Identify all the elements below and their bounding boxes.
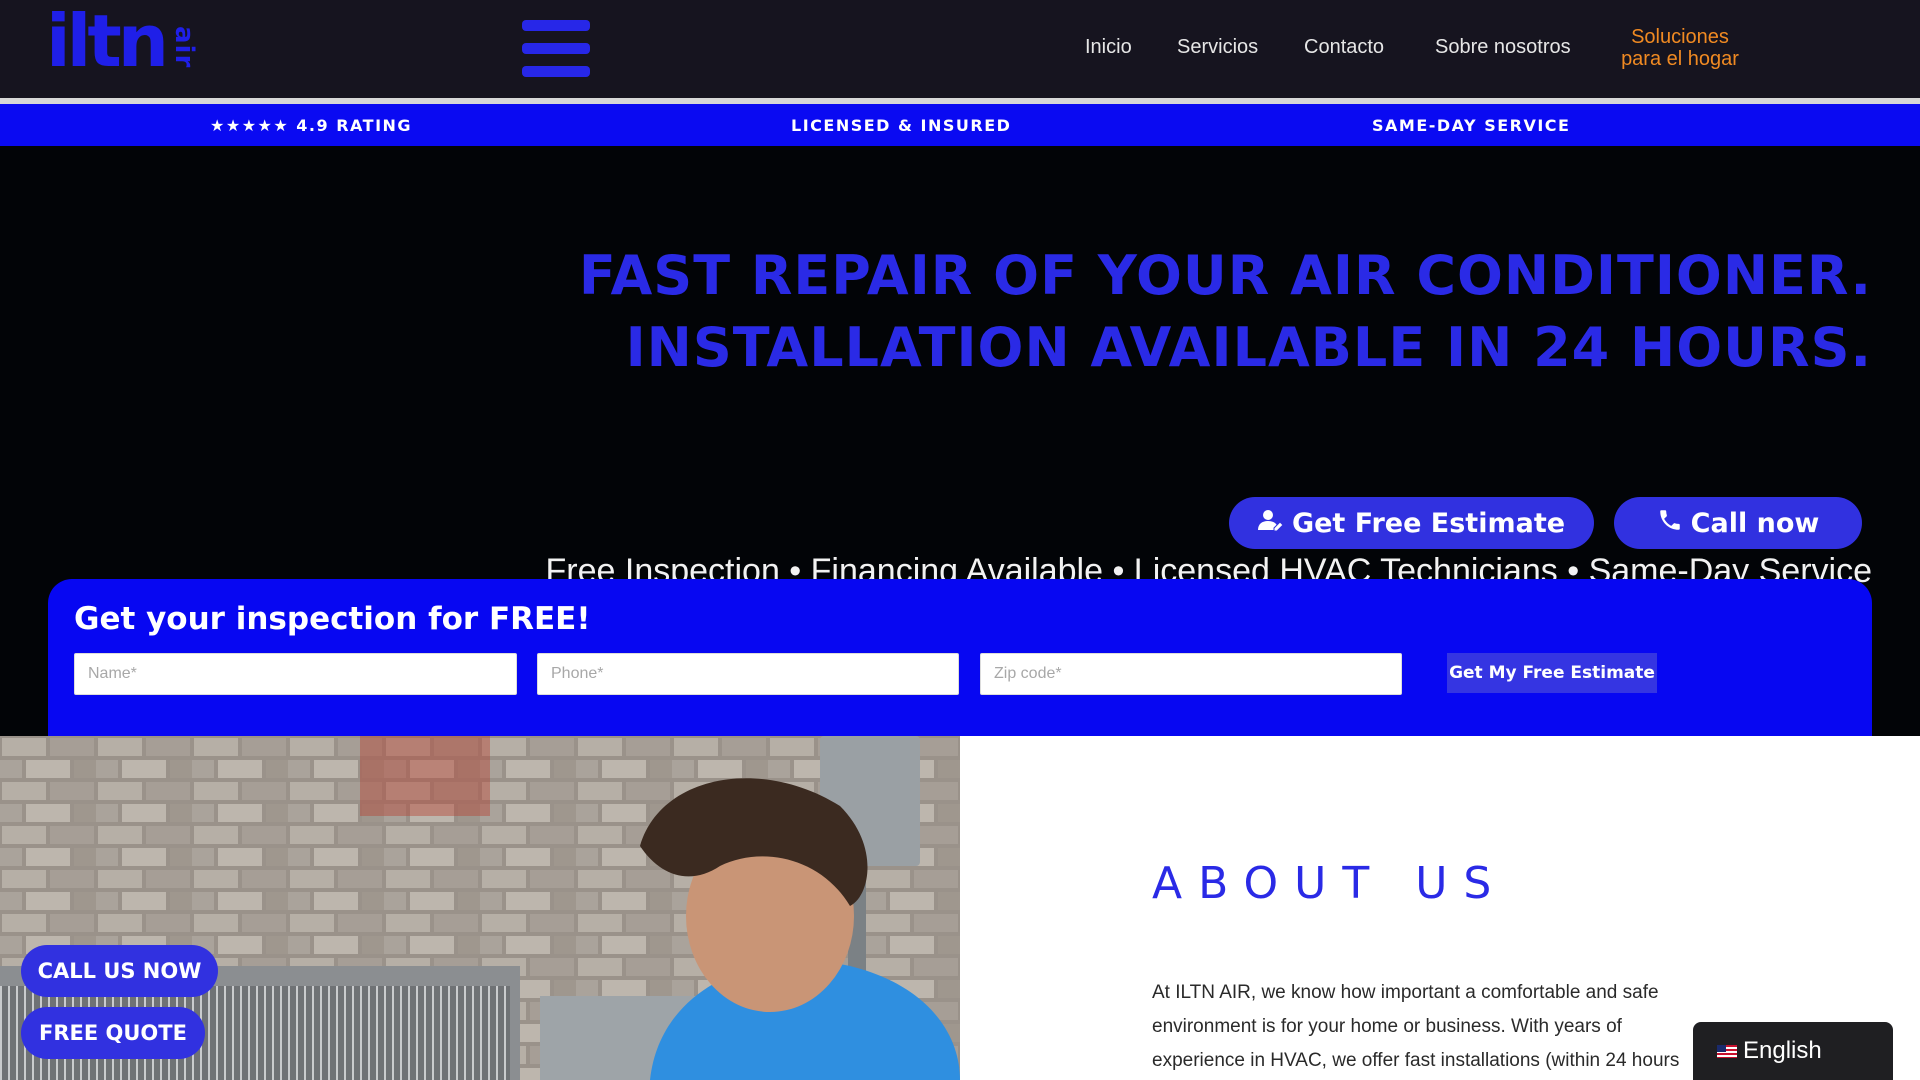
trust-rating: ★★★★★ 4.9 RATING xyxy=(210,116,412,135)
trust-licensed: LICENSED & INSURED xyxy=(791,116,1012,135)
nav-link-inicio[interactable]: Inicio xyxy=(1085,36,1132,59)
get-free-estimate-button[interactable]: Get Free Estimate xyxy=(1229,497,1594,549)
call-us-now-button[interactable]: CALL US NOW xyxy=(21,945,218,997)
nav-highlight-line1: Soluciones xyxy=(1631,26,1729,48)
about-line: experience in HVAC, we offer fast instal… xyxy=(1152,1050,1680,1071)
hero-headline-line2: INSTALLATION AVAILABLE IN 24 HOURS. xyxy=(625,316,1872,379)
free-quote-button[interactable]: FREE QUOTE xyxy=(21,1007,205,1059)
about-title: ABOUT US xyxy=(1152,858,1508,909)
language-label: English xyxy=(1743,1037,1822,1064)
zip-code-field[interactable] xyxy=(980,653,1402,695)
menu-icon[interactable] xyxy=(522,20,590,78)
about-line: environment is for your home or business… xyxy=(1152,1016,1622,1037)
trust-rating-label: 4.9 RATING xyxy=(296,116,413,135)
hero-headline-line1: FAST REPAIR OF YOUR AIR CONDITIONER. xyxy=(578,244,1872,307)
call-now-button[interactable]: Call now xyxy=(1614,497,1862,549)
phone-icon xyxy=(1657,507,1683,540)
site-header: iltn air Inicio Servicios Contacto Sobre… xyxy=(0,0,1920,98)
get-my-free-estimate-button[interactable]: Get My Free Estimate xyxy=(1447,653,1657,693)
get-free-estimate-label: Get Free Estimate xyxy=(1291,507,1566,539)
inspection-form: Get your inspection for FREE! Get My Fre… xyxy=(48,579,1872,736)
nav-link-contacto[interactable]: Contacto xyxy=(1304,36,1384,59)
user-edit-icon xyxy=(1257,508,1284,539)
us-flag-icon xyxy=(1717,1044,1737,1058)
nav-link-soluciones-hogar[interactable]: Soluciones para el hogar xyxy=(1608,26,1752,70)
about-line: At ILTN AIR, we know how important a com… xyxy=(1152,982,1659,1003)
about-paragraph: At ILTN AIR, we know how important a com… xyxy=(1152,976,1682,1078)
nav-link-servicios[interactable]: Servicios xyxy=(1177,36,1258,59)
language-switcher[interactable]: English xyxy=(1693,1022,1893,1080)
form-title: Get your inspection for FREE! xyxy=(74,601,591,637)
logo-text: iltn xyxy=(46,0,169,83)
nav-link-sobre-nosotros[interactable]: Sobre nosotros xyxy=(1435,36,1571,59)
trust-bar: ★★★★★ 4.9 RATING LICENSED & INSURED SAME… xyxy=(0,104,1920,146)
nav-highlight-line2: para el hogar xyxy=(1621,48,1739,70)
stars-icon: ★★★★★ xyxy=(210,116,290,135)
call-now-label: Call now xyxy=(1690,507,1820,539)
logo-subtext: air xyxy=(169,26,200,69)
phone-field[interactable] xyxy=(537,653,959,695)
name-field[interactable] xyxy=(74,653,517,695)
trust-same-day: SAME-DAY SERVICE xyxy=(1372,116,1571,135)
site-logo[interactable]: iltn air xyxy=(46,2,207,80)
